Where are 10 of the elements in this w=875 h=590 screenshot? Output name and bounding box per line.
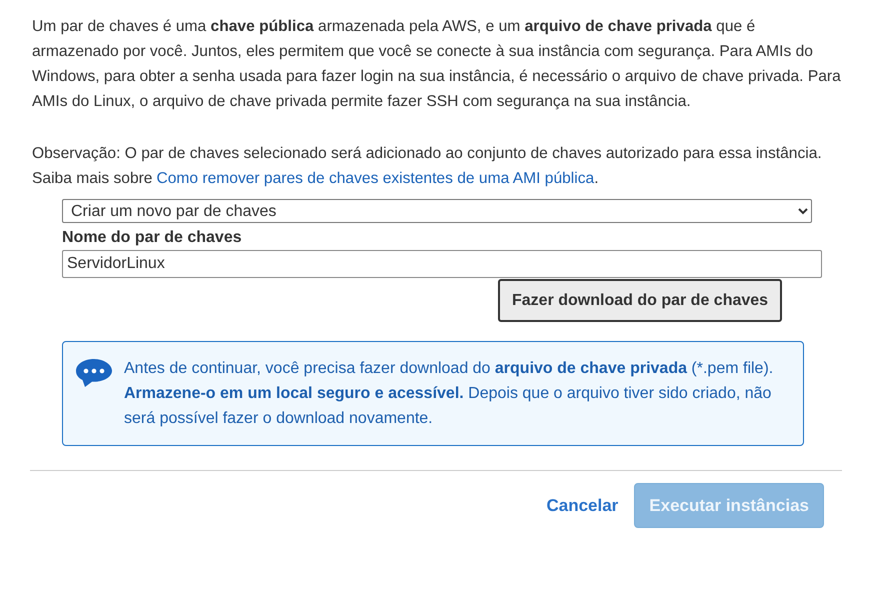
chat-bubble-icon: [75, 358, 113, 388]
note-paragraph: Observação: O par de chaves selecionado será adicionado ao conjunto de chaves autorizado para essa instância. Saiba mais sobre Como remover pares de chaves existentes de uma AMI pública.: [32, 144, 823, 189]
alert-text: Antes de continuar, você precisa fazer download do arquivo de chave privada (*.pem file). Armazene-o em um local seguro e acessível. Depois que o arquivo tiver sido criado, não será possível fazer o download novamente.: [124, 359, 774, 429]
download-button[interactable]: Fazer download do par de chaves: [498, 279, 782, 322]
key-pair-name-field[interactable]: ServidorLinux: [62, 250, 822, 278]
key-pair-select[interactable]: Criar um novo par de chaves: [62, 199, 812, 223]
field-label: Nome do par de chaves: [62, 228, 243, 248]
cancel-link[interactable]: Cancelar: [546, 493, 618, 518]
intro-paragraph: Um par de chaves é uma chave pública armazenada pela AWS, e um arquivo de chave privada que é armazenado por você. Juntos, eles permitem que você se conecte à sua instância com segurança. Para AMIs do Windows, para obter a senha usada para fazer login na sua instância, é necessário o arquivo de chave privada. Para AMIs do Linux, o arquivo de chave privada permite fazer SSH com segurança na sua instância.: [32, 17, 842, 112]
learn-more-link[interactable]: Como remover pares de chaves existentes de uma AMI pública: [156, 170, 594, 187]
